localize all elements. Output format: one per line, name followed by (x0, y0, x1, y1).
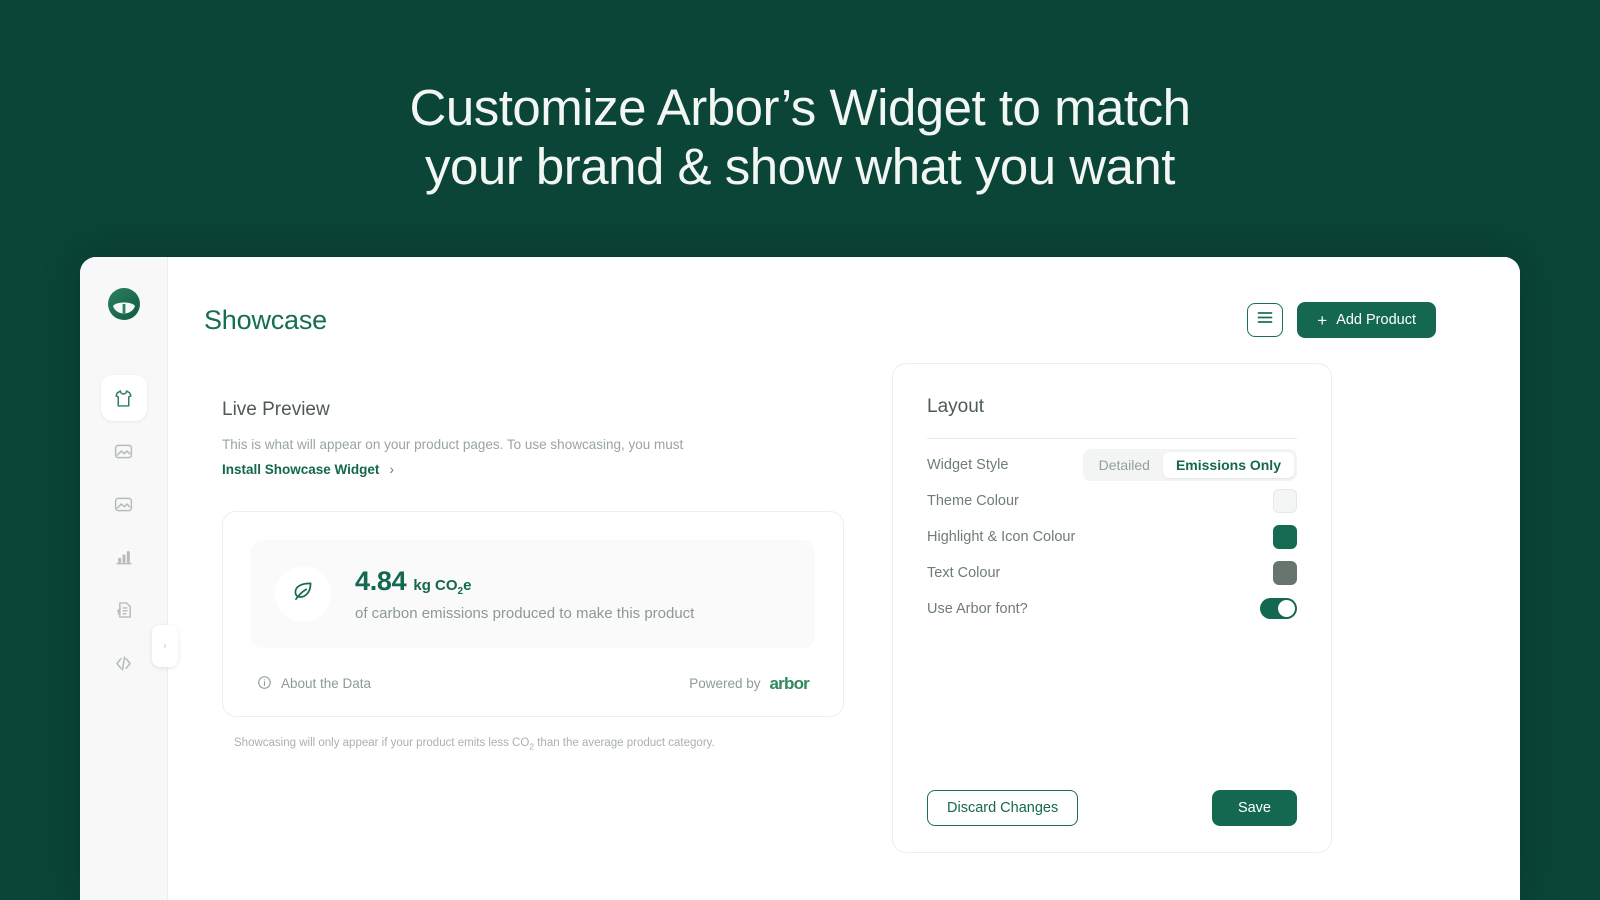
row-label-widget-style: Widget Style (927, 456, 1009, 473)
row-widget-style: Widget Style Detailed Emissions Only (927, 447, 1297, 482)
widget-text: 4.84 kg CO2e of carbon emissions produce… (355, 566, 694, 622)
row-label-highlight-colour: Highlight & Icon Colour (927, 528, 1076, 545)
menu-button[interactable] (1247, 303, 1284, 337)
page-title: Showcase (204, 304, 327, 335)
topbar-actions: + Add Product (1247, 302, 1436, 338)
leaf-badge (275, 565, 331, 622)
row-label-text-colour: Text Colour (927, 564, 1001, 581)
about-the-data-link[interactable]: About the Data (257, 675, 371, 693)
emissions-value-row: 4.84 kg CO2e (355, 566, 694, 597)
emissions-unit: kg CO2e (413, 576, 472, 597)
headline-line-2: your brand & show what you want (425, 138, 1175, 195)
main-content: Showcase + Add Product Live Preview This… (168, 257, 1520, 900)
highlight-colour-swatch[interactable] (1273, 524, 1297, 549)
tshirt-icon (113, 388, 134, 409)
chevron-right-icon: › (163, 640, 167, 652)
toggle-knob (1278, 600, 1295, 617)
widget-emissions-block: 4.84 kg CO2e of carbon emissions produce… (251, 539, 815, 648)
arbor-logo[interactable] (107, 287, 141, 321)
discard-changes-button[interactable]: Discard Changes (927, 790, 1079, 826)
widget-footer: About the Data Powered by arbor (251, 674, 815, 694)
panel-spacer (927, 627, 1297, 790)
sidebar-item-developer[interactable] (101, 640, 147, 686)
install-link-label: Install Showcase Widget (222, 461, 380, 477)
leaf-icon (290, 578, 316, 609)
segment-detailed[interactable]: Detailed (1086, 452, 1163, 478)
showcase-footnote: Showcasing will only appear if your prod… (234, 736, 715, 751)
panel-actions: Discard Changes Save (927, 790, 1297, 826)
segment-emissions-only[interactable]: Emissions Only (1162, 451, 1294, 478)
powered-by: Powered by arbor (689, 673, 810, 694)
save-button[interactable]: Save (1211, 790, 1297, 826)
hero-banner: Customize Arbor’s Widget to match your b… (0, 0, 1600, 196)
panel-divider (927, 438, 1297, 439)
row-label-use-arbor-font: Use Arbor font? (927, 600, 1028, 617)
app-window: › Showcase + Add Product Live Preview Th… (80, 257, 1520, 900)
image-icon (113, 441, 134, 462)
layout-settings-panel: Layout Widget Style Detailed Emissions O… (892, 363, 1332, 853)
headline-line-1: Customize Arbor’s Widget to match (409, 79, 1191, 136)
emissions-caption: of carbon emissions produced to make thi… (355, 604, 695, 622)
add-product-label: Add Product (1336, 312, 1416, 328)
theme-colour-swatch[interactable] (1273, 488, 1297, 513)
live-preview-description: This is what will appear on your product… (222, 437, 684, 452)
widget-style-segmented-control[interactable]: Detailed Emissions Only (1082, 448, 1297, 481)
text-colour-swatch[interactable] (1273, 560, 1297, 585)
plus-icon: + (1317, 310, 1328, 330)
code-icon (113, 653, 134, 674)
sidebar-item-showcase-images[interactable] (101, 428, 147, 474)
about-the-data-label: About the Data (281, 676, 372, 691)
sidebar-collapse-button[interactable]: › (152, 625, 178, 667)
row-theme-colour: Theme Colour (927, 483, 1297, 518)
arbor-wordmark: arbor (769, 673, 810, 693)
sidebar-item-media[interactable] (101, 481, 147, 527)
live-preview-title: Live Preview (222, 399, 330, 420)
sidebar-item-analytics[interactable] (101, 534, 147, 580)
row-text-colour: Text Colour (927, 555, 1297, 590)
sidebar-item-reports[interactable] (101, 587, 147, 633)
top-bar: Showcase + Add Product (204, 257, 1436, 369)
widget-preview-card: 4.84 kg CO2e of carbon emissions produce… (222, 510, 844, 717)
emissions-number: 4.84 (355, 565, 407, 596)
install-showcase-widget-link[interactable]: Install Showcase Widget › (222, 461, 394, 477)
live-preview-column: Live Preview This is what will appear on… (204, 399, 844, 751)
image-icon (113, 494, 134, 515)
page-headline: Customize Arbor’s Widget to match your b… (0, 78, 1600, 196)
info-icon (257, 675, 272, 693)
row-label-theme-colour: Theme Colour (927, 492, 1019, 509)
row-highlight-colour: Highlight & Icon Colour (927, 519, 1297, 554)
row-use-arbor-font: Use Arbor font? (927, 591, 1297, 626)
chevron-right-icon: › (389, 461, 395, 477)
sidebar-item-products[interactable] (100, 375, 147, 421)
bar-chart-icon (114, 547, 134, 567)
sidebar: › (80, 257, 178, 900)
document-icon (114, 600, 134, 620)
panel-title: Layout (927, 396, 985, 417)
powered-by-label: Powered by (689, 676, 761, 691)
use-arbor-font-toggle[interactable] (1260, 598, 1297, 619)
hamburger-icon (1257, 311, 1273, 329)
content-columns: Live Preview This is what will appear on… (204, 363, 1436, 853)
add-product-button[interactable]: + Add Product (1297, 302, 1436, 338)
